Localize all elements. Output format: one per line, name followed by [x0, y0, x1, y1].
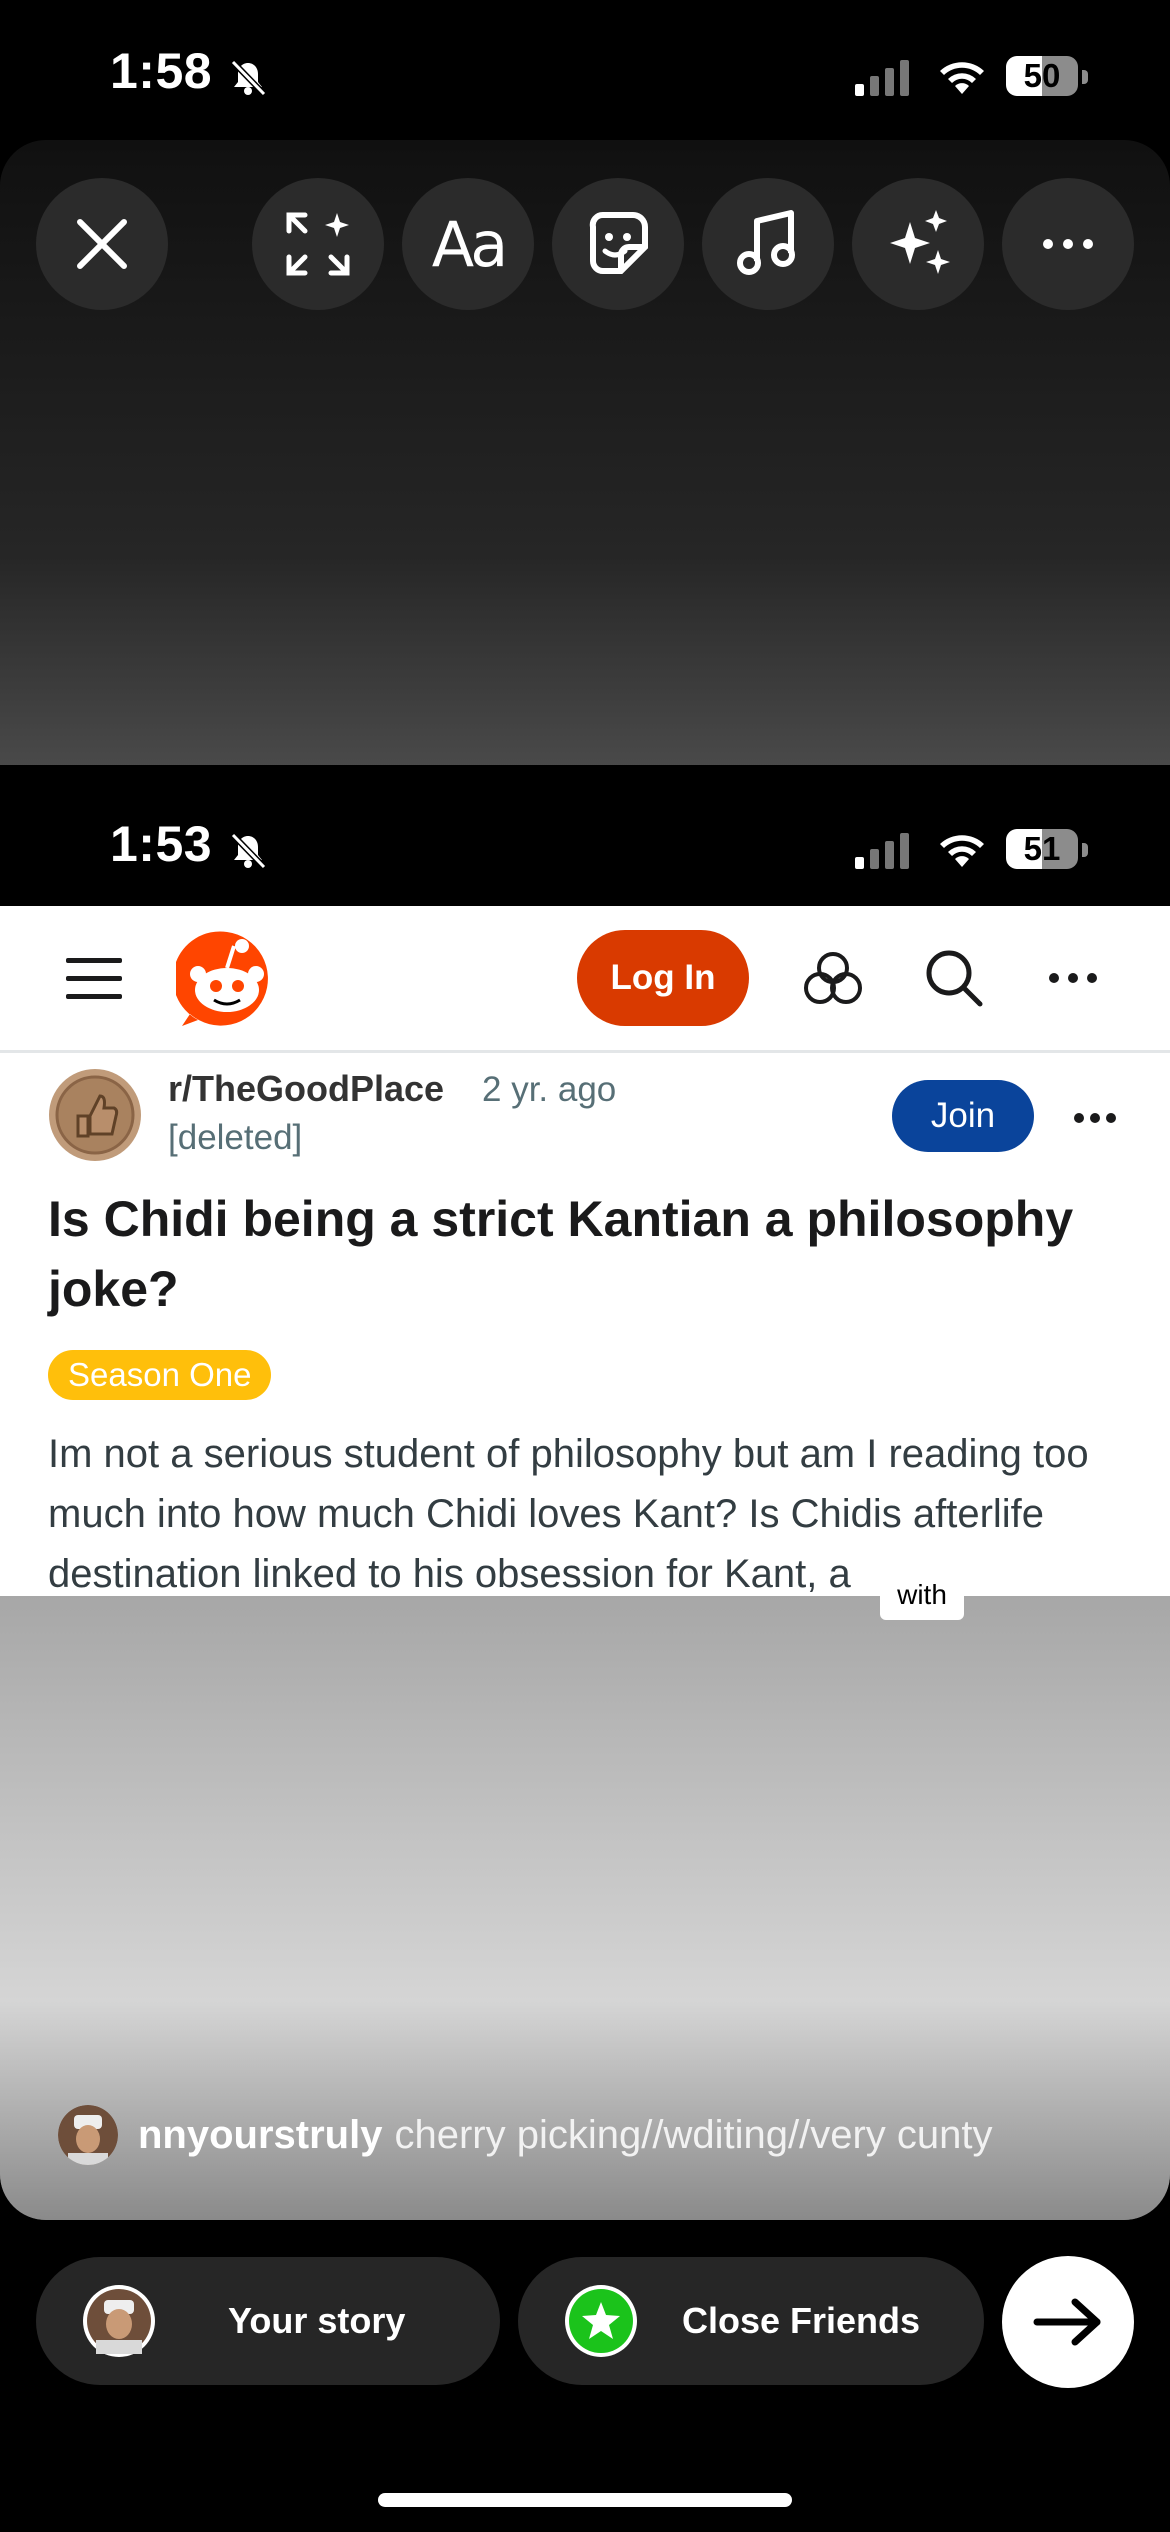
close-icon [77, 219, 127, 269]
reddit-nav-bar: Log In [0, 906, 1170, 1053]
subreddit-avatar[interactable] [48, 1068, 142, 1162]
resize-button[interactable] [252, 178, 384, 310]
post-author: [deleted] [168, 1118, 303, 1157]
post-title[interactable]: Is Chidi being a strict Kantian a philos… [48, 1184, 1128, 1324]
sticker-icon [589, 212, 648, 274]
music-icon [737, 210, 795, 275]
wifi-icon [940, 835, 984, 867]
more-options-button[interactable] [1002, 178, 1134, 310]
text-sticker[interactable]: with [880, 1570, 964, 1620]
hamburger-menu-icon[interactable] [66, 956, 124, 1002]
sticker-button[interactable] [552, 178, 684, 310]
bell-muted-icon [230, 59, 267, 97]
battery-tip [1082, 843, 1088, 857]
post-more-icon[interactable] [1074, 1112, 1116, 1124]
popular-icon[interactable] [802, 948, 864, 1008]
post-flair[interactable]: Season One [48, 1350, 272, 1400]
signal-icon [855, 833, 909, 869]
join-button[interactable]: Join [892, 1080, 1034, 1152]
user-avatar [58, 2105, 118, 2165]
close-friends-star-icon [565, 2285, 637, 2357]
screenshot-status-time: 1:53 [110, 816, 213, 872]
battery-indicator: 50 [1006, 56, 1078, 96]
share-next-button[interactable] [1002, 2256, 1134, 2388]
reddit-post-screenshot: Log In r/TheGoodPlace 2 yr. ago [deleted… [0, 906, 1170, 1596]
profile-avatar [83, 2285, 155, 2357]
more-icon [1043, 239, 1093, 249]
signal-icon [855, 60, 909, 96]
close-friends-button[interactable]: Close Friends [518, 2257, 984, 2385]
screenshot-status-bar: 1:53 51 [0, 765, 1170, 907]
music-button[interactable] [702, 178, 834, 310]
effects-sparkle-icon [890, 210, 950, 274]
close-button[interactable] [36, 178, 168, 310]
post-body: Im not a serious student of philosophy b… [48, 1432, 1089, 1596]
battery-indicator: 51 [1006, 829, 1078, 869]
your-story-label: Your story [228, 2300, 406, 2341]
home-indicator[interactable] [378, 2493, 792, 2507]
resize-icon [286, 212, 350, 276]
search-icon[interactable] [924, 948, 984, 1008]
status-bar: 1:58 50 [0, 0, 1170, 150]
bell-muted-icon [230, 832, 267, 870]
arrow-right-icon [1033, 2298, 1101, 2346]
caption-text: cherry picking//wditing//very cunty [394, 2112, 993, 2157]
more-icon[interactable] [1048, 972, 1098, 984]
post-age: 2 yr. ago [482, 1070, 617, 1109]
wifi-icon [940, 62, 984, 94]
text-tool-label: Aa [431, 207, 508, 281]
close-friends-label: Close Friends [682, 2300, 921, 2341]
battery-tip [1082, 70, 1088, 84]
status-time: 1:58 [110, 43, 213, 99]
subreddit-name[interactable]: r/TheGoodPlace [168, 1068, 444, 1110]
reddit-logo-icon[interactable] [176, 928, 278, 1030]
text-tool-button[interactable]: Aa [402, 178, 534, 310]
your-story-button[interactable]: Your story [36, 2257, 500, 2385]
login-button[interactable]: Log In [577, 930, 749, 1026]
caption-username: nnyourstruly [138, 2112, 383, 2157]
post-attribution: nnyourstruly cherry picking//wditing//ve… [58, 2105, 993, 2165]
effects-button[interactable] [852, 178, 984, 310]
